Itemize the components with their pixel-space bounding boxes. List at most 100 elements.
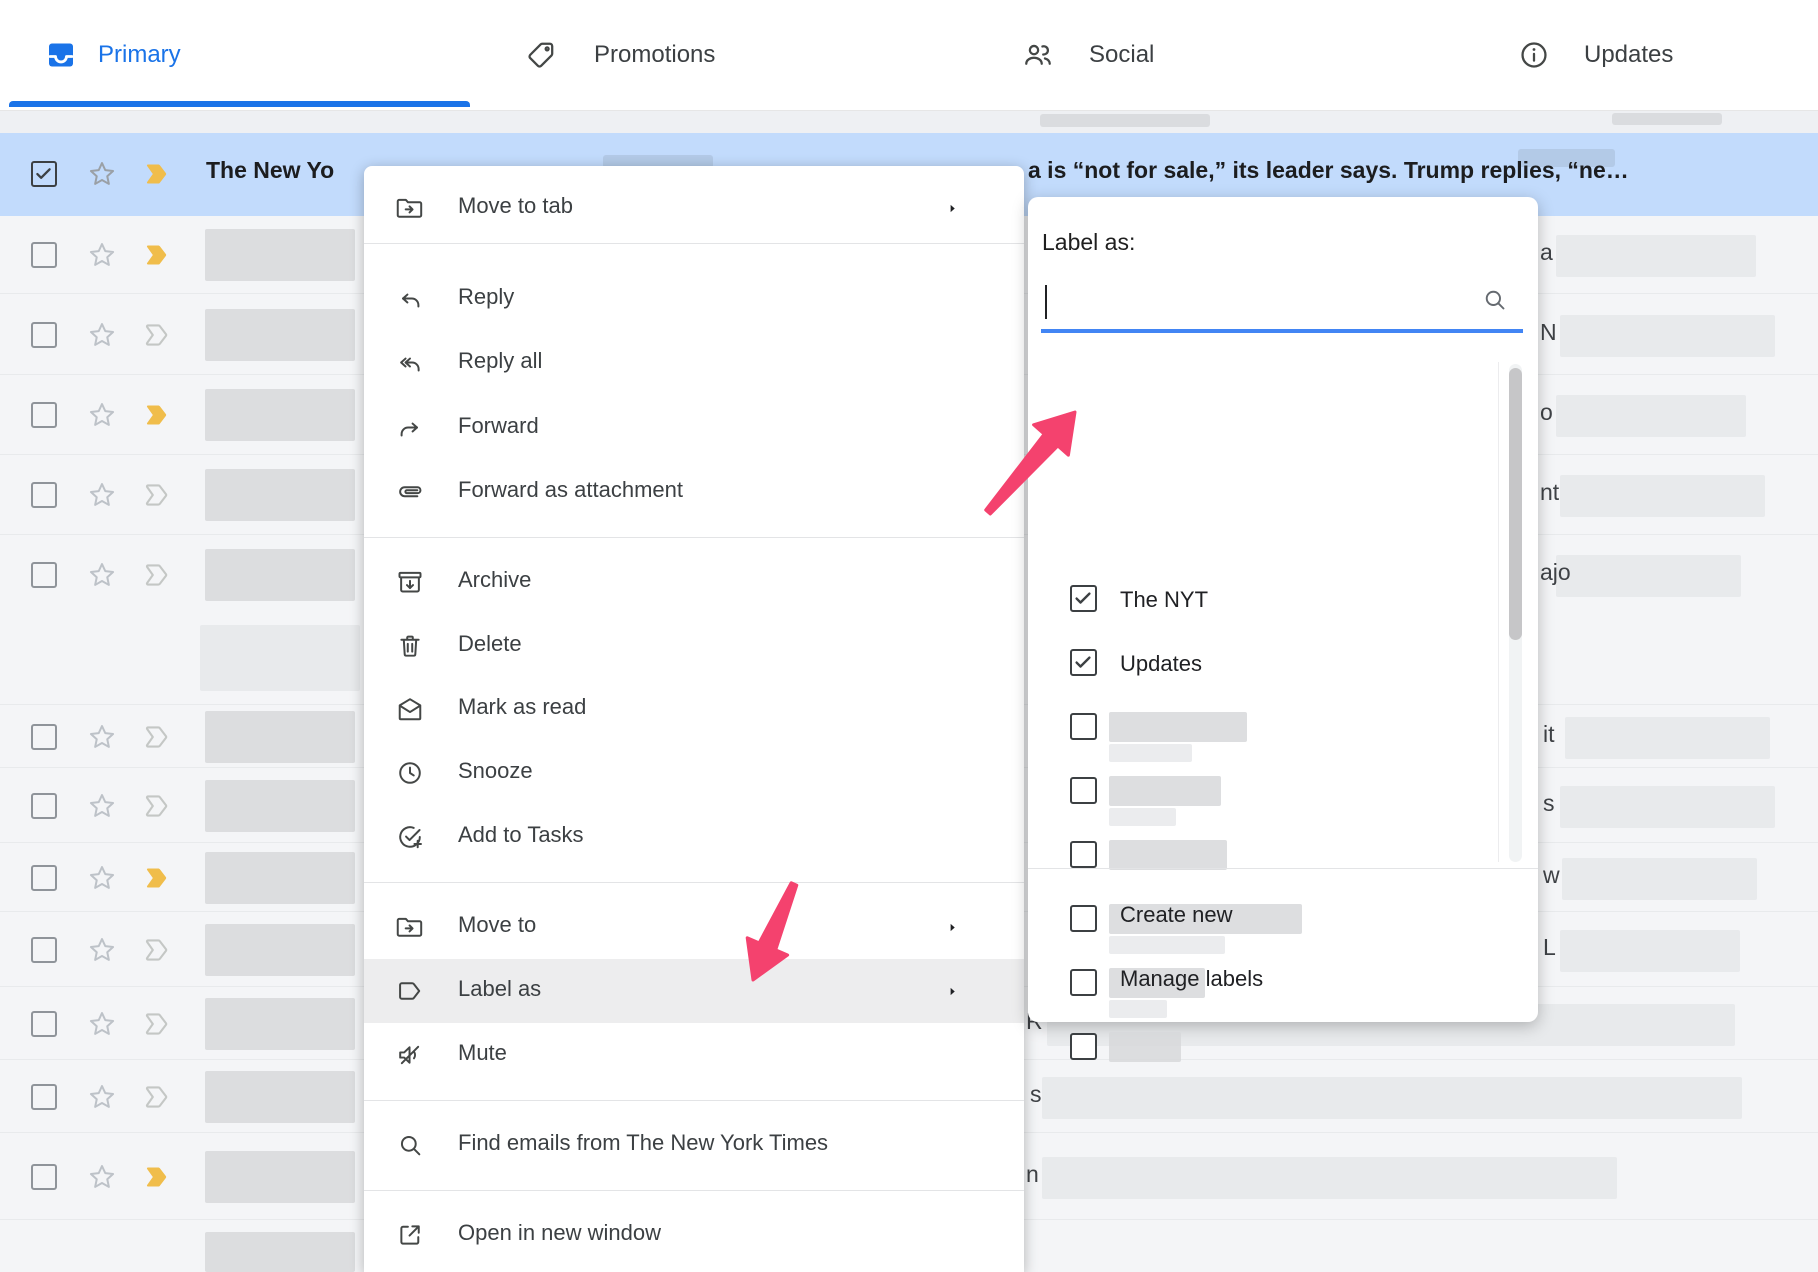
star-icon[interactable] xyxy=(86,790,118,822)
star-icon[interactable] xyxy=(86,934,118,966)
manage-labels-text: Manage labels xyxy=(1120,966,1263,992)
blurred-snippet xyxy=(1556,235,1756,277)
star-icon[interactable] xyxy=(86,399,118,431)
tab-updates[interactable]: Updates xyxy=(1410,0,1818,110)
importance-icon xyxy=(144,401,172,429)
email-checkbox[interactable] xyxy=(31,865,57,891)
email-checkbox[interactable] xyxy=(31,1164,57,1190)
star-icon[interactable] xyxy=(86,1161,118,1193)
email-checkbox[interactable] xyxy=(31,1084,57,1110)
scrollbar-thumb[interactable] xyxy=(1509,368,1522,640)
importance-marker-icon[interactable] xyxy=(144,792,172,820)
trash-icon xyxy=(396,632,424,660)
menu-item-reply-all[interactable]: Reply all xyxy=(364,331,1024,395)
star-icon[interactable] xyxy=(86,1081,118,1113)
label-checkbox[interactable] xyxy=(1070,713,1097,740)
email-checkbox[interactable] xyxy=(31,937,57,963)
importance-marker-icon[interactable] xyxy=(144,936,172,964)
inbox-icon xyxy=(45,39,77,71)
star-icon xyxy=(86,790,118,822)
star-icon[interactable] xyxy=(86,1008,118,1040)
menu-item-move-to-tab[interactable]: Move to tab xyxy=(364,176,1024,240)
label-list-scrollbar[interactable] xyxy=(1509,364,1522,862)
star-icon xyxy=(86,479,118,511)
importance-marker-icon[interactable] xyxy=(144,864,172,892)
label-name: Updates xyxy=(1120,649,1202,679)
menu-item-label-as[interactable]: Label as xyxy=(364,959,1024,1023)
menu-item-add-to-tasks[interactable]: Add to Tasks xyxy=(364,805,1024,869)
menu-item-find-emails-from-the-new-york-times[interactable]: Find emails from The New York Times xyxy=(364,1113,1024,1177)
folder-move-icon xyxy=(396,913,424,941)
blurred-label-name xyxy=(1109,744,1192,762)
tab-promotions[interactable]: Promotions xyxy=(470,0,940,110)
menu-item-snooze[interactable]: Snooze xyxy=(364,741,1024,805)
email-checkbox[interactable] xyxy=(31,402,57,428)
menu-item-delete[interactable]: Delete xyxy=(364,614,1024,678)
forward-icon xyxy=(396,414,424,442)
subject-fragment: L xyxy=(1543,934,1556,961)
blurred-snippet xyxy=(1560,930,1740,972)
menu-item-reply[interactable]: Reply xyxy=(364,267,1024,331)
email-checkbox[interactable] xyxy=(31,724,57,750)
manage-labels-button[interactable]: Manage labels xyxy=(1028,952,1538,1008)
tab-primary[interactable]: Primary xyxy=(9,0,470,110)
importance-marker-icon[interactable] xyxy=(144,241,172,269)
label-search-input[interactable] xyxy=(1041,277,1523,329)
importance-marker-icon[interactable] xyxy=(144,321,172,349)
star-icon[interactable] xyxy=(86,862,118,894)
importance-marker-icon[interactable] xyxy=(144,160,172,188)
menu-item-label: Forward xyxy=(458,413,539,439)
star-icon[interactable] xyxy=(86,559,118,591)
category-tab-bar: PrimaryPromotionsSocialUpdates xyxy=(0,0,1818,111)
menu-item-archive[interactable]: Archive xyxy=(364,550,1024,614)
label-checkbox[interactable] xyxy=(1070,1033,1097,1060)
email-checkbox[interactable] xyxy=(31,562,57,588)
menu-divider xyxy=(364,243,1024,244)
importance-marker-icon[interactable] xyxy=(144,723,172,751)
label-checkbox[interactable] xyxy=(1070,777,1097,804)
menu-item-move-to[interactable]: Move to xyxy=(364,895,1024,959)
check-icon xyxy=(1072,587,1094,609)
importance-marker-icon[interactable] xyxy=(144,561,172,589)
email-checkbox[interactable] xyxy=(31,1011,57,1037)
email-checkbox[interactable] xyxy=(31,161,57,187)
email-checkbox[interactable] xyxy=(31,242,57,268)
chevron-right-icon xyxy=(945,984,960,999)
star-icon[interactable] xyxy=(86,319,118,351)
menu-item-mark-as-read[interactable]: Mark as read xyxy=(364,677,1024,741)
menu-item-label: Delete xyxy=(458,631,522,657)
star-icon[interactable] xyxy=(86,479,118,511)
search-icon xyxy=(396,1131,424,1159)
importance-outline-icon xyxy=(144,481,172,509)
tab-social[interactable]: Social xyxy=(940,0,1410,110)
star-icon[interactable] xyxy=(86,721,118,753)
blurred-sender xyxy=(205,229,355,281)
blurred-label-name xyxy=(1109,1032,1181,1062)
importance-marker-icon[interactable] xyxy=(144,1010,172,1038)
email-checkbox[interactable] xyxy=(31,482,57,508)
email-checkbox[interactable] xyxy=(31,322,57,348)
email-checkbox[interactable] xyxy=(31,793,57,819)
menu-item-mute[interactable]: Mute xyxy=(364,1023,1024,1087)
importance-outline-icon xyxy=(144,561,172,589)
menu-item-forward-as-attachment[interactable]: Forward as attachment xyxy=(364,460,1024,524)
star-icon[interactable] xyxy=(86,158,118,190)
attachment-icon xyxy=(396,478,424,506)
star-icon[interactable] xyxy=(86,239,118,271)
tag-icon xyxy=(525,39,557,71)
importance-marker-icon[interactable] xyxy=(144,1163,172,1191)
importance-marker-icon[interactable] xyxy=(144,481,172,509)
envelope-open-icon xyxy=(396,695,424,723)
menu-item-forward[interactable]: Forward xyxy=(364,396,1024,460)
subject-fragment: s xyxy=(1543,790,1555,817)
attachment-icon xyxy=(396,478,424,506)
label-checkbox[interactable] xyxy=(1070,649,1097,676)
label-checkbox[interactable] xyxy=(1070,841,1097,868)
label-checkbox[interactable] xyxy=(1070,585,1097,612)
subject-fragment: N xyxy=(1540,319,1557,346)
importance-marker-icon[interactable] xyxy=(144,1083,172,1111)
create-new-label-button[interactable]: Create new xyxy=(1028,888,1538,944)
chevron-right-icon xyxy=(945,984,960,999)
menu-item-open-in-new-window[interactable]: Open in new window xyxy=(364,1203,1024,1267)
importance-marker-icon[interactable] xyxy=(144,401,172,429)
